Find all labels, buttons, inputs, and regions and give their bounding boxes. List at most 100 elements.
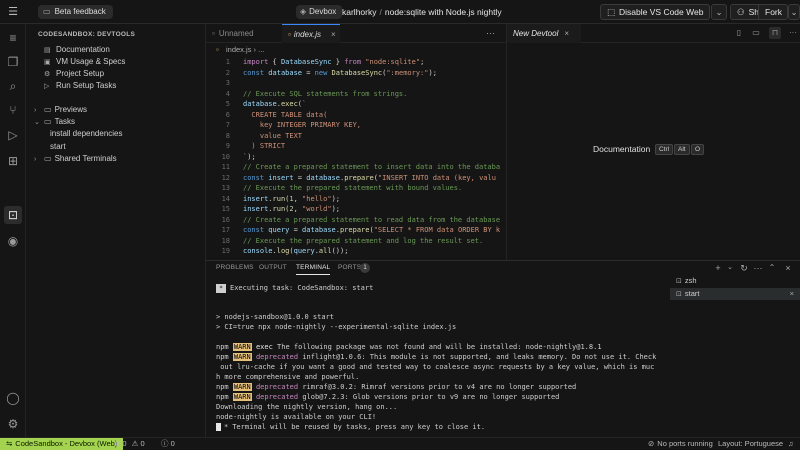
line-number: 8 [225,131,230,140]
project-breadcrumb: karlhorky / node:sqlite with Node.js night… [342,7,502,17]
code-line: // Execute the prepared statement and lo… [243,236,484,245]
owner-link[interactable]: karlhorky [342,7,376,17]
sidebar-item-project-setup[interactable]: ⚙ Project Setup [44,68,104,80]
task-item-start[interactable]: start [50,141,66,153]
section-shared-terminals[interactable]: › ▭ Shared Terminals [34,153,117,165]
beta-feedback-button[interactable]: ▭ Beta feedback [38,5,113,19]
code-line: database.exec(` [243,100,307,108]
devtool-tab-bar: New Devtool × ▯ ▭ ⊓ ··· [506,24,800,43]
code-line: // Execute SQL statements from strings. [243,89,408,98]
terminal-line: out lru-cache if you want a good and tes… [216,363,655,371]
search-icon[interactable]: ⌕ [5,78,21,94]
extensions-icon[interactable]: ⊞ [5,153,21,169]
info-icon: ⓘ [161,439,169,448]
close-icon[interactable]: × [790,288,794,300]
sidebar-item-documentation[interactable]: ▤ Documentation [44,44,110,56]
remote-icon: ⇋ [6,439,13,448]
close-icon[interactable]: × [564,29,569,38]
previews-icon: ▭ [44,105,52,114]
disable-vscode-web-button[interactable]: ⬚ Disable VS Code Web [600,4,711,20]
terminal-item-start[interactable]: ⊡ start × [670,288,800,300]
chevron-down-icon: ⌄ [34,119,40,126]
more-actions-icon[interactable]: ··· [752,262,764,274]
line-number: 4 [225,89,230,98]
settings-gear-icon[interactable]: ⚙ [5,416,21,432]
editor-options-dropdown[interactable]: ⌄ [711,4,727,20]
fork-button[interactable]: Fork [758,4,788,20]
terminal-dropdown-icon[interactable]: ⌄ [724,262,736,274]
run-debug-icon[interactable]: ▷ [5,127,21,143]
account-icon[interactable]: ◯ [5,390,21,406]
split-editor-icon[interactable]: ▯ [733,27,745,39]
sidebar-title: CODESANDBOX: DEVTOOLS [38,31,136,38]
hamburger-menu-icon[interactable]: ☰ [6,5,20,19]
tab-new-devtool[interactable]: New Devtool × [507,24,581,43]
ports-status[interactable]: ⊘ No ports running [648,438,713,450]
menu-icon[interactable]: ≡ [5,30,21,46]
line-number: 11 [221,163,230,171]
more-actions-icon[interactable]: ··· [787,27,799,39]
section-previews[interactable]: › ▭ Previews [34,104,87,116]
new-terminal-icon[interactable]: + [712,262,724,274]
tab-unnamed[interactable]: ▫ Unnamed [206,24,282,43]
section-tasks[interactable]: ⌄ ▭ Tasks [34,116,75,128]
key-ctrl: Ctrl [655,144,674,155]
terminal-icon: ⊡ [676,291,682,298]
sidebar-item-vm-usage[interactable]: ▣ VM Usage & Specs [44,56,125,68]
code-line: // Execute the prepared statement with b… [243,184,463,192]
close-icon[interactable]: × [331,30,336,39]
line-number: 9 [225,142,230,150]
task-line: * Executing task: CodeSandbox: start [216,283,373,293]
close-panel-icon[interactable]: × [782,262,794,274]
line-number: 3 [225,79,230,87]
terminal-item-zsh[interactable]: ⊡ zsh [670,275,800,287]
npm-warn-line: npm WARN deprecated glob@7.2.3: Glob ver… [216,393,560,401]
remote-indicator[interactable]: ⇋ CodeSandbox - Devbox (Web) [0,438,124,450]
tab-output[interactable]: OUTPUT [259,261,287,275]
keyboard-layout[interactable]: Layout: Portuguese [718,438,783,450]
lock-icon-a[interactable]: ▭ [750,27,762,39]
project-name[interactable]: node:sqlite with Node.js nightly [385,7,502,17]
code-line: // Create a prepared statement to insert… [243,163,501,171]
line-number: 19 [221,247,230,255]
tab-ports[interactable]: PORTS [338,261,361,275]
line-number: 12 [221,173,230,182]
sidebar-item-run-setup-tasks[interactable]: ▷ Run Setup Tasks [44,80,116,92]
more-actions-icon[interactable]: ··· [486,24,495,43]
code-line: const database = new DatabaseSync(":memo… [243,68,437,77]
code-line: import { DatabaseSync } from "node:sqlit… [243,58,425,66]
fork-options-dropdown[interactable]: ⌄ [788,4,800,20]
devbox-icon: ◈ [300,7,307,16]
info-indicator[interactable]: ⓘ 0 [161,438,175,450]
tab-problems[interactable]: PROBLEMS [216,261,254,275]
task-item-install-dependencies[interactable]: install dependencies [50,128,123,140]
notifications-bell-icon[interactable]: ♫ [788,438,794,450]
maximize-panel-icon[interactable]: ⌃ [766,262,778,274]
person-icon: ⚇ [737,7,745,17]
devbox-badge[interactable]: ◈ Devbox [296,5,343,19]
terminal-line: h more comprehensive and powerful. [216,373,360,381]
terminal-output[interactable]: * Executing task: CodeSandbox: start > no… [216,281,666,438]
line-number: 18 [221,236,230,245]
codesandbox-devtools-icon[interactable]: ⊡ [5,207,21,223]
source-control-icon[interactable]: ⑂ [5,102,21,118]
explorer-icon[interactable]: ❐ [5,54,21,70]
restart-icon[interactable]: ↻ [738,262,750,274]
problems-indicator[interactable]: ⊗ 0 ⚠ 0 [114,438,145,450]
sidebar: CODESANDBOX: DEVTOOLS ▤ Documentation ▣ VM… [26,24,206,437]
terminal-icon: ⊡ [676,278,682,285]
terminal-task-icon: * [216,283,226,293]
code-line: key INTEGER PRIMARY KEY, [243,121,362,129]
tab-terminal[interactable]: TERMINAL [296,261,331,275]
documentation-shortcut-label[interactable]: Documentation [593,144,650,154]
activity-bar: ≡ ❐ ⌕ ⑂ ▷ ⊞ ⊡ ◉ ◯ ⚙ [0,24,26,437]
tasks-icon: ▭ [44,117,52,126]
tab-index-js[interactable]: ▫ index.js × [282,24,340,43]
github-icon[interactable]: ◉ [5,233,21,249]
code-line: `); [243,152,256,161]
chevron-down-icon: ⌄ [790,7,798,17]
code-editor[interactable]: import { DatabaseSync } from "node:sqlit… [206,56,506,260]
lock-icon[interactable]: ⊓ [769,27,781,39]
terminal-task-icon: * [224,423,229,431]
npm-warn-line: npm WARN exec The following package was … [216,343,602,351]
